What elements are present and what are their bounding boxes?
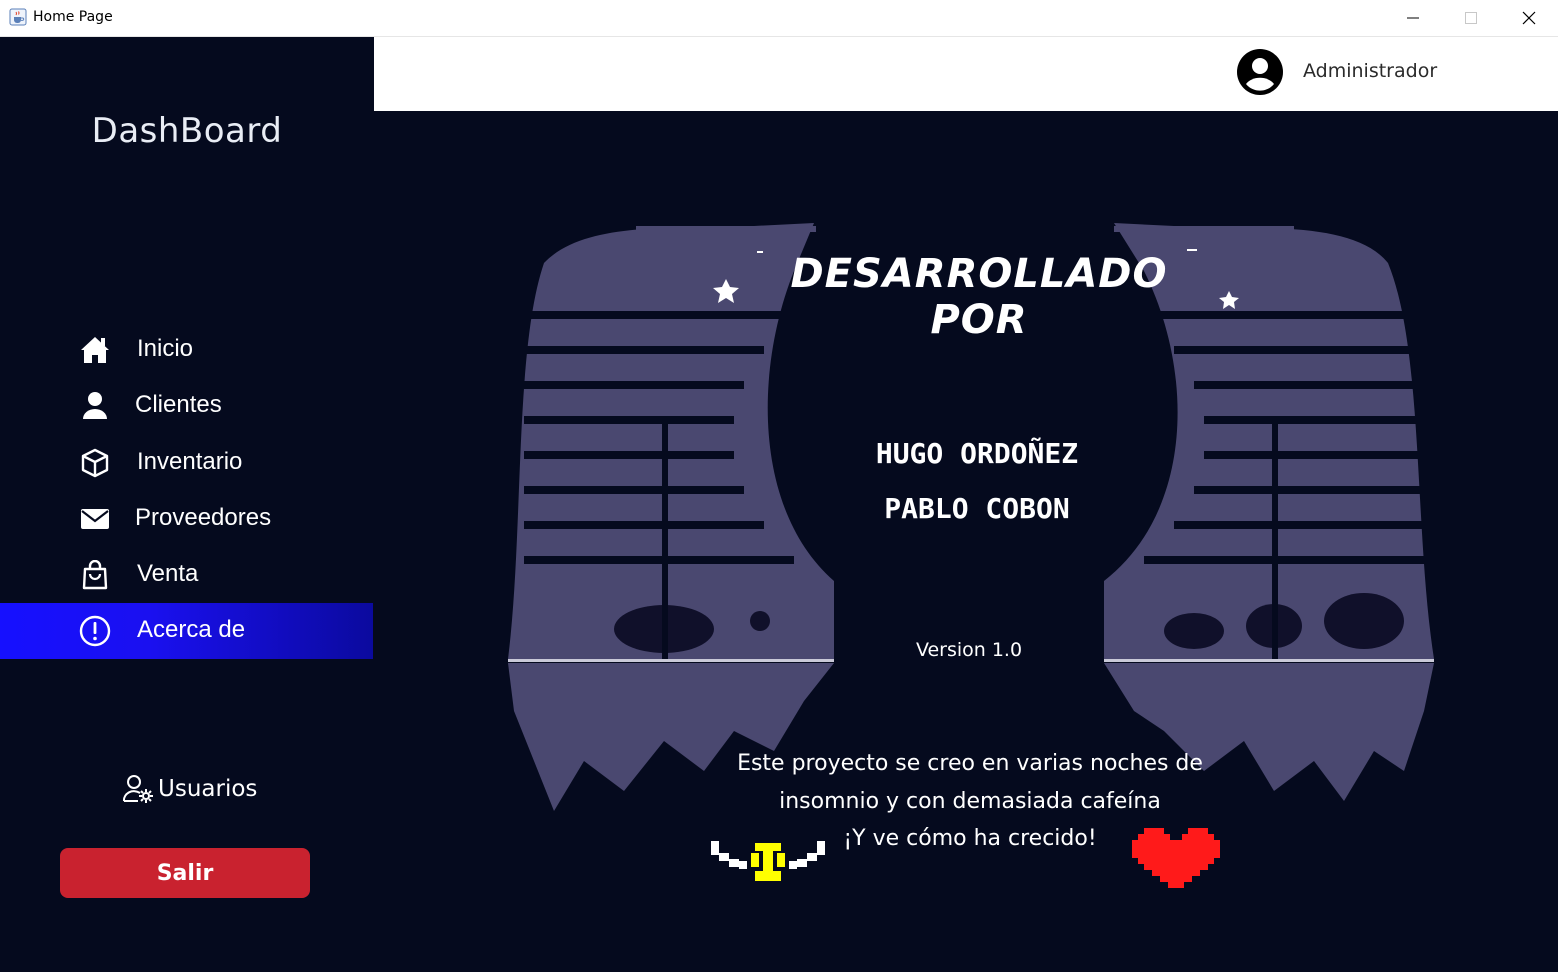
user-name: Administrador [1303, 60, 1438, 82]
users-label: Usuarios [158, 776, 258, 802]
minimize-button[interactable] [1384, 0, 1442, 36]
close-button[interactable] [1500, 0, 1558, 36]
info-circle-icon [79, 615, 111, 647]
sidebar-item-label: Clientes [135, 391, 222, 418]
user-icon [83, 392, 107, 419]
sidebar-item-label: Acerca de [137, 616, 246, 643]
maximize-button[interactable] [1442, 0, 1500, 36]
maximize-icon [1465, 12, 1477, 24]
close-icon [1522, 11, 1536, 25]
sidebar-item-inventario[interactable]: Inventario [0, 435, 373, 491]
user-settings-icon [122, 775, 153, 803]
sidebar-item-venta[interactable]: Venta [0, 547, 373, 603]
sidebar-item-label: Inicio [137, 335, 194, 362]
sidebar-item-label: Proveedores [135, 504, 272, 531]
about-text-line: Este proyecto se creo en varias noches d… [737, 751, 1203, 776]
about-heading: DESARROLLADO POR [790, 251, 1168, 343]
sidebar-item-label: Inventario [137, 448, 243, 475]
sidebar: DashBoard Inicio Clientes Inventario Pro… [0, 37, 374, 972]
window-titlebar: Home Page [0, 0, 1558, 37]
pixel-soul-icon [711, 841, 825, 881]
shopping-bag-icon [82, 560, 108, 590]
box-icon [81, 448, 109, 478]
home-icon [81, 337, 109, 363]
window-title: Home Page [33, 9, 113, 25]
developer-name: PABLO COBON [884, 492, 1070, 525]
pixel-heart-icon [1132, 828, 1220, 888]
brand-title: DashBoard [91, 111, 283, 151]
about-panel: DESARROLLADO POR HUGO ORDOÑEZ PABLO COBO… [374, 111, 1558, 972]
envelope-icon [81, 509, 109, 529]
logout-button[interactable]: Salir [60, 848, 310, 898]
developer-name: HUGO ORDOÑEZ [875, 437, 1079, 470]
about-text-line: insomnio y con demasiada cafeína [779, 789, 1161, 814]
version-label: Version 1.0 [915, 639, 1023, 661]
top-header: Administrador [374, 37, 1558, 111]
sidebar-item-inicio[interactable]: Inicio [0, 322, 373, 378]
sidebar-item-proveedores[interactable]: Proveedores [0, 491, 373, 547]
sidebar-item-acerca-de[interactable]: Acerca de [0, 603, 373, 659]
users-link[interactable]: Usuarios [122, 772, 257, 806]
avatar[interactable] [1236, 48, 1284, 96]
minimize-icon [1407, 17, 1419, 19]
java-cup-icon [9, 8, 27, 26]
sidebar-item-label: Venta [137, 560, 199, 587]
sidebar-item-clientes[interactable]: Clientes [0, 378, 373, 434]
